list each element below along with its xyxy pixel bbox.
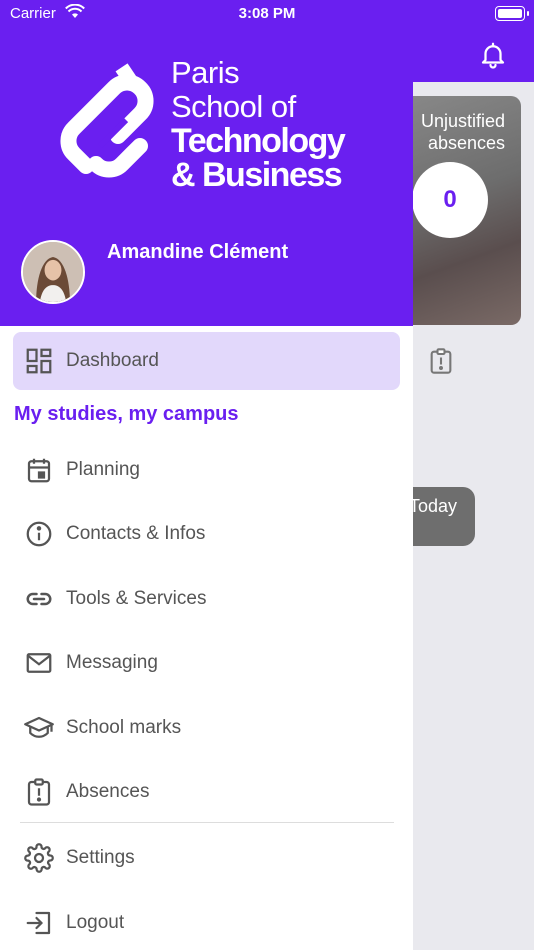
logout-icon xyxy=(24,908,54,938)
menu-label-settings: Settings xyxy=(66,847,135,868)
status-bar: Carrier 3:08 PM xyxy=(0,0,534,30)
drawer-header: Paris School of Technology & Business Am… xyxy=(0,0,413,326)
menu-label-absences: Absences xyxy=(66,781,150,802)
menu-item-dashboard[interactable]: Dashboard xyxy=(13,332,400,390)
menu-label-planning: Planning xyxy=(66,459,140,480)
menu-label-logout: Logout xyxy=(66,912,125,933)
menu-item-settings[interactable]: Settings xyxy=(13,829,400,887)
menu-item-school-marks[interactable]: School marks xyxy=(13,699,400,757)
user-name: Amandine Clément xyxy=(107,241,289,263)
logo-line2: School of xyxy=(171,89,296,124)
menu-label-contacts: Contacts & Infos xyxy=(66,523,206,544)
mail-icon xyxy=(24,648,54,678)
clipboard-alert-icon xyxy=(24,777,54,807)
section-title: My studies, my campus xyxy=(14,403,239,425)
dashboard-icon xyxy=(24,346,54,376)
menu-item-tools[interactable]: Tools & Services xyxy=(13,570,400,628)
gear-icon xyxy=(24,843,54,873)
calendar-icon xyxy=(24,455,54,485)
info-icon xyxy=(24,519,54,549)
menu-divider xyxy=(20,822,394,823)
menu-item-logout[interactable]: Logout xyxy=(13,894,400,950)
menu-label-dashboard: Dashboard xyxy=(66,350,159,371)
logo-line1: Paris xyxy=(171,55,240,90)
school-logo-text: Paris School of Technology & Business xyxy=(171,55,346,194)
menu-item-absences[interactable]: Absences xyxy=(13,763,400,821)
menu-item-contacts[interactable]: Contacts & Infos xyxy=(13,505,400,563)
menu-label-tools: Tools & Services xyxy=(66,588,207,609)
avatar[interactable] xyxy=(21,240,85,304)
navigation-drawer: Paris School of Technology & Business Am… xyxy=(0,0,413,950)
logo-line3: Technology xyxy=(171,122,346,160)
logo-line4: & Business xyxy=(171,156,343,194)
menu-item-messaging[interactable]: Messaging xyxy=(13,634,400,692)
link-icon xyxy=(24,584,54,614)
bell-icon[interactable] xyxy=(478,40,508,70)
clipboard-alert-icon xyxy=(427,346,455,376)
menu-label-school-marks: School marks xyxy=(66,717,182,738)
menu-item-planning[interactable]: Planning xyxy=(13,441,400,499)
school-logo-icon xyxy=(56,58,156,188)
clock: 3:08 PM xyxy=(238,5,296,22)
menu-label-messaging: Messaging xyxy=(66,652,158,673)
graduation-cap-icon xyxy=(24,713,54,743)
absence-counter: 0 xyxy=(412,162,488,238)
battery-icon xyxy=(495,6,529,21)
